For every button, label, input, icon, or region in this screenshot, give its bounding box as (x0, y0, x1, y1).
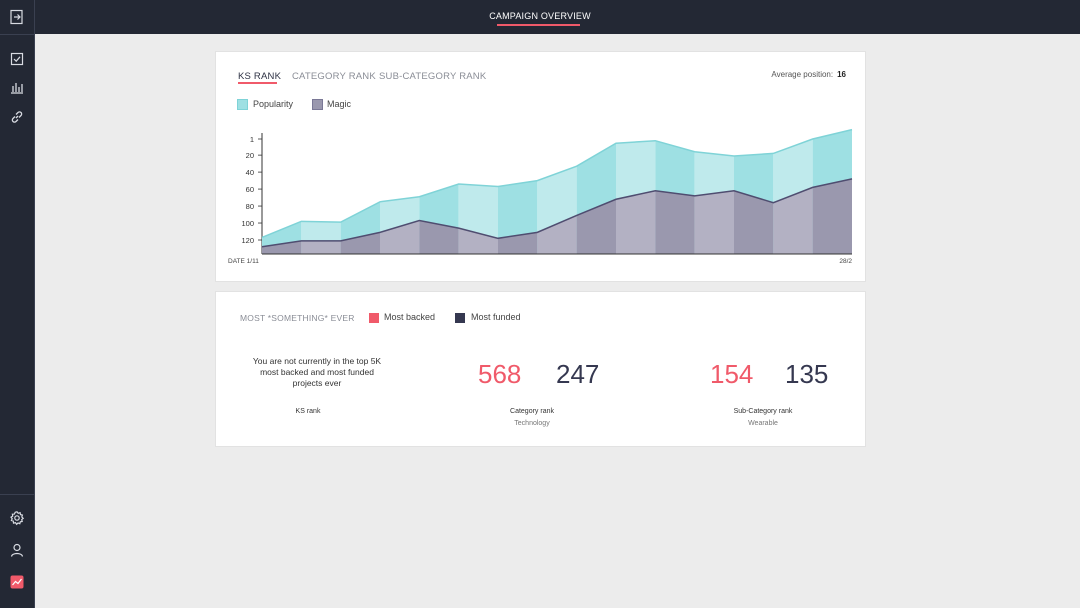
magic-area-segment (812, 178, 852, 254)
subcategory-rank-label: Sub-Category rank (733, 408, 793, 415)
y-tick-label: 80 (246, 202, 254, 211)
page-title[interactable]: CAMPAIGN OVERVIEW (0, 11, 1080, 21)
ks-rank-label: KS rank (295, 408, 321, 415)
y-tick-label: 100 (241, 219, 254, 228)
y-tick-label: 40 (246, 168, 254, 177)
subcategory-most-funded-value: 135 (785, 359, 829, 389)
checklist-icon[interactable] (9, 51, 25, 67)
top-bar: CAMPAIGN OVERVIEW (0, 0, 1080, 34)
sidebar-divider (0, 494, 34, 495)
magic-area-segment (655, 190, 695, 254)
x-start-label: DATE 1/11 (228, 258, 259, 265)
bar-chart-icon[interactable] (9, 79, 25, 95)
category-most-backed-value: 568 (478, 359, 522, 389)
category-rank-label: Category rank (510, 408, 554, 415)
stats-title: MOST *SOMETHING* EVER (240, 313, 355, 323)
analytics-icon[interactable] (9, 574, 25, 590)
y-tick-label: 60 (246, 185, 254, 194)
rank-card: KS RANK CATEGORY RANK SUB-CATEGORY RANK … (215, 51, 866, 282)
magic-area-segment (616, 190, 656, 254)
category-most-funded-value: 247 (556, 359, 600, 389)
legend-label-most-backed: Most backed (384, 312, 436, 322)
y-tick-label: 120 (241, 236, 254, 245)
legend-swatch-most-funded (455, 313, 465, 323)
y-tick-label: 20 (246, 151, 254, 160)
title-underline (497, 24, 580, 26)
magic-area-segment (694, 190, 734, 254)
stats-card: MOST *SOMETHING* EVER Most backed Most f… (215, 291, 866, 447)
rank-area-chart: 120406080100120DATE 1/11 28/2 (228, 128, 852, 265)
y-tick-label: 1 (250, 135, 254, 144)
link-icon[interactable] (9, 109, 25, 125)
exit-icon[interactable] (9, 9, 25, 25)
ks-rank-message: You are not currently in the top 5K most… (252, 356, 382, 388)
magic-area-segment (301, 240, 341, 254)
sidebar (0, 0, 35, 608)
legend-swatch-most-backed (369, 313, 379, 323)
x-end-label: 28/2 (839, 258, 852, 265)
legend-label-most-funded: Most funded (471, 312, 521, 322)
sidebar-divider (0, 34, 34, 35)
settings-icon[interactable] (9, 510, 25, 526)
subcategory-name: Wearable (748, 420, 778, 427)
user-icon[interactable] (9, 542, 25, 558)
subcategory-most-backed-value: 154 (710, 359, 754, 389)
category-name: Technology (514, 420, 550, 427)
